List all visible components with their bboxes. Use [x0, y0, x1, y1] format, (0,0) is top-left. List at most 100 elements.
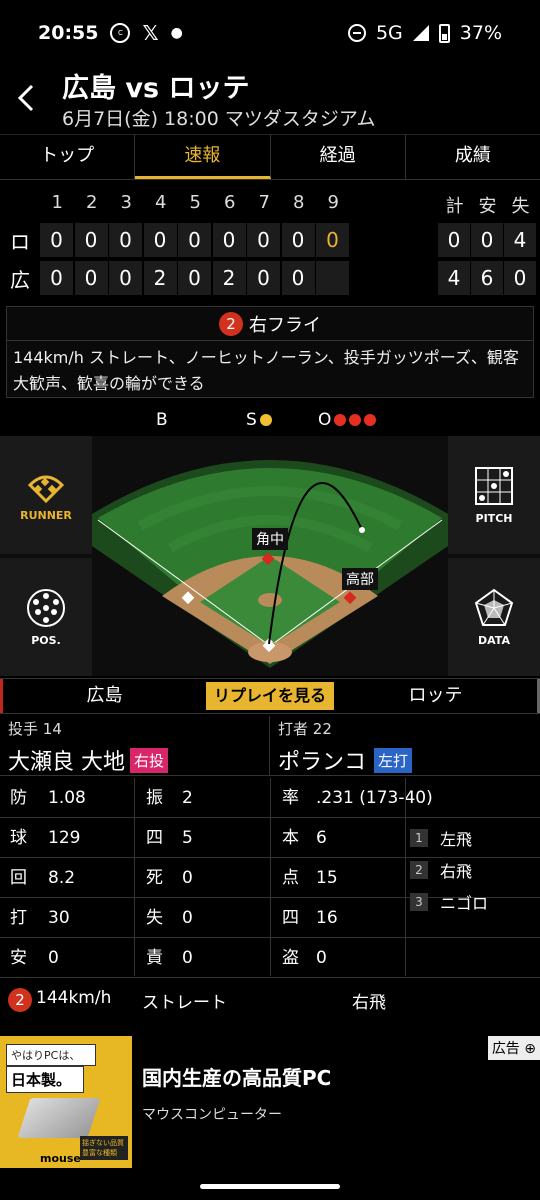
carp-logo-icon: C: [110, 23, 131, 43]
out-dot: [334, 414, 347, 426]
ad-image[interactable]: やはりPCは、 日本製。 揺ぎない品質 豊富な種類 mouse: [0, 1036, 132, 1168]
total-runs: 4: [438, 261, 470, 295]
inning-header: 1: [51, 192, 63, 213]
matchup-players: 投手 14 大瀬良 大地 右投 打者 22 ポランコ 左打: [0, 716, 540, 776]
ad-info-icon: ⊕: [524, 1041, 536, 1057]
inning-header: 3: [120, 192, 132, 213]
data-button[interactable]: DATA: [448, 558, 540, 676]
stat-value: 129: [48, 828, 81, 848]
stat-key: 四: [282, 908, 299, 928]
stat-value: .231 (173-40): [316, 788, 433, 808]
inning-header: 6: [224, 192, 236, 213]
battery-percent: 37%: [459, 22, 502, 44]
pitcher-card[interactable]: 投手 14 大瀬良 大地 右投: [0, 716, 270, 776]
back-arrow-icon[interactable]: [14, 80, 44, 116]
inning-score: 0: [178, 223, 211, 257]
inning-score: 0: [74, 223, 108, 257]
pitch-row[interactable]: 2 144km/h ストレート 右飛: [0, 982, 540, 1018]
ad-banner[interactable]: やはりPCは、 日本製。 揺ぎない品質 豊富な種類 mouse 国内生産の高品質…: [0, 1036, 540, 1178]
status-bar: 20:55 C 𝕏 ● 5G 37%: [0, 0, 540, 66]
balls-label: B: [156, 410, 168, 430]
home-indicator[interactable]: [200, 1184, 340, 1189]
at-bat-item[interactable]: 1 左飛: [406, 822, 540, 854]
out-dot: [349, 414, 362, 426]
positions-button[interactable]: POS.: [0, 558, 92, 676]
stat-key: 点: [282, 868, 299, 888]
scoreboard: 1 2 3 4 5 6 7 8 9 計 安 失 ロ 0 0 0 0 0 0 0 …: [0, 188, 540, 298]
batter-card[interactable]: 打者 22 ポランコ 左打: [270, 716, 540, 776]
stat-value: 1.08: [48, 788, 86, 808]
positions-label: POS.: [31, 633, 61, 647]
ad-image-spec: 揺ぎない品質 豊富な種類: [80, 1136, 128, 1160]
ad-label[interactable]: 広告 ⊕: [487, 1036, 540, 1060]
runner-label: RUNNER: [20, 508, 72, 522]
dot-icon: ●: [170, 25, 183, 41]
stat-value: 0: [182, 948, 193, 968]
pitcher-hand-badge: 右投: [130, 748, 169, 773]
pitch-result: 右飛: [352, 993, 386, 1013]
laptop-illustration: [17, 1098, 101, 1138]
stat-key: 盗: [282, 948, 299, 968]
at-bat-number: 1: [410, 829, 428, 847]
tab-top[interactable]: トップ: [0, 135, 136, 179]
inning-header: 7: [258, 192, 270, 213]
strike-dot: [259, 414, 272, 426]
score-row-home: 広 0 0 0 2 0 2 0 0 4 6 0: [0, 260, 536, 296]
tab-live[interactable]: 速報: [135, 135, 271, 179]
stat-key: 球: [10, 828, 27, 848]
pitch-number-badge: 2: [8, 988, 32, 1012]
at-bat-history: 1 左飛 2 右飛 3 ニゴロ: [406, 822, 540, 918]
out-dot: [364, 414, 377, 426]
data-label: DATA: [478, 633, 510, 647]
inning-score: 0: [109, 261, 142, 295]
network-label: 5G: [375, 22, 403, 44]
batter-role: 打者 22: [278, 720, 332, 738]
play-result-box: 2 右フライ 144km/h ストレート、ノーヒットノーラン、投手ガッツポーズ、…: [6, 306, 534, 398]
pitch-grid-icon: [475, 466, 513, 505]
runner-button[interactable]: RUNNER: [0, 436, 92, 554]
stat-value: 5: [182, 828, 193, 848]
pitcher-name: 大瀬良 大地: [8, 750, 125, 775]
stat-key: 率: [282, 788, 299, 808]
inning-score: 0: [74, 261, 108, 295]
pitch-button[interactable]: PITCH: [448, 436, 540, 554]
replay-button[interactable]: リプレイを見る: [206, 682, 334, 710]
away-team-tab[interactable]: ロッテ: [334, 679, 540, 713]
inning-header: 9: [327, 192, 339, 213]
play-result: 右フライ: [249, 314, 321, 336]
positions-icon: [27, 588, 65, 627]
dnd-icon: [347, 24, 366, 42]
pitch-type: ストレート: [142, 993, 227, 1013]
at-bat-result: 左飛: [440, 830, 473, 849]
ad-title[interactable]: 国内生産の高品質PC: [142, 1062, 331, 1091]
ad-image-text: やはりPCは、: [6, 1044, 96, 1066]
at-bat-item[interactable]: 2 右飛: [406, 854, 540, 886]
stat-value: 30: [48, 908, 70, 928]
stat-key: 責: [146, 948, 163, 968]
stat-value: 2: [182, 788, 193, 808]
stat-key: 安: [10, 948, 27, 968]
outs-indicator: O: [318, 410, 377, 430]
divider: [134, 778, 135, 976]
tab-bar: トップ 速報 経過 成績: [0, 134, 540, 180]
game-title: 広島 vs ロッテ: [62, 73, 250, 104]
stat-value: 0: [182, 868, 193, 888]
at-bat-item[interactable]: 3 ニゴロ: [406, 886, 540, 918]
home-team-tab[interactable]: 広島: [0, 679, 206, 713]
play-description: 144km/h ストレート、ノーヒットノーラン、投手ガッツポーズ、観客大歓声、歓…: [13, 348, 519, 393]
stat-key: 失: [146, 908, 163, 928]
team-abbr: 広: [10, 267, 30, 292]
inning-header: 2: [86, 192, 98, 213]
pitch-speed: 144km/h: [36, 988, 112, 1008]
strikes-label: S: [246, 410, 257, 430]
tab-stats[interactable]: 成績: [406, 135, 540, 179]
field-view: RUNNER POS. PITCH DATA 角中 高部: [0, 436, 540, 676]
outs-label: O: [318, 410, 332, 430]
at-bat-result: 右飛: [440, 862, 473, 881]
inning-score: 0: [143, 223, 177, 257]
inning-headers: 1 2 3 4 5 6 7 8 9: [40, 192, 351, 213]
runner-icon: [27, 475, 65, 503]
stat-key: 振: [146, 788, 163, 808]
tab-progress[interactable]: 経過: [271, 135, 406, 179]
stat-key: 本: [282, 828, 299, 848]
